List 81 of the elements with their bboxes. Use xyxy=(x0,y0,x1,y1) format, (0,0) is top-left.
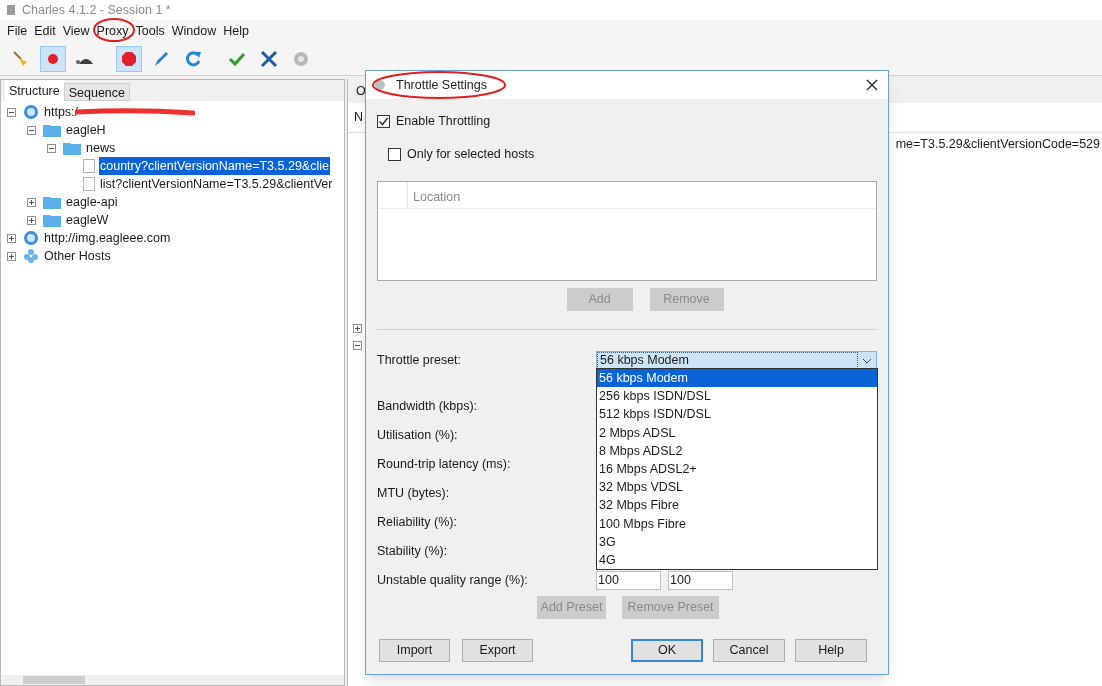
tree-item[interactable]: https:/ xyxy=(43,102,80,122)
dropdown-option[interactable]: 3G xyxy=(597,532,877,551)
tree-item[interactable]: country?clientVersionName=T3.5.29&clie xyxy=(99,156,330,176)
input-field[interactable]: 100 xyxy=(596,570,661,590)
checkmark-icon xyxy=(378,115,389,127)
dropdown-option[interactable]: 56 kbps Modem xyxy=(597,369,877,388)
flower-icon xyxy=(23,248,39,264)
tab[interactable]: Structure xyxy=(5,80,64,101)
dropdown-option[interactable]: 256 kbps ISDN/DSL xyxy=(597,387,877,406)
folder-icon xyxy=(43,213,61,227)
folder-icon xyxy=(43,195,61,209)
dropdown-option[interactable]: 32 Mbps Fibre xyxy=(597,496,877,515)
expand-icon[interactable] xyxy=(27,215,36,225)
field-label: Utilisation (%): xyxy=(377,426,459,444)
app-icon xyxy=(374,79,386,91)
folder-icon xyxy=(43,123,61,137)
refresh-icon xyxy=(183,48,203,69)
collapse-icon[interactable] xyxy=(47,143,56,153)
tree-item[interactable]: eagleW xyxy=(65,210,110,230)
tree-item[interactable]: http://img.eagleee.com xyxy=(43,228,172,248)
dropdown-option[interactable]: 100 Mbps Fibre xyxy=(597,514,877,533)
dialog-button[interactable]: Import xyxy=(379,638,450,662)
dropdown-option[interactable]: 8 Mbps ADSL2 xyxy=(597,441,877,460)
input-field[interactable]: 100 xyxy=(668,570,733,590)
field-label: Stability (%): xyxy=(377,542,449,560)
window-title: Charles 4.1.2 - Session 1 * xyxy=(22,1,171,19)
request-path: me=T3.5.29&clientVersionCode=529 xyxy=(895,135,1100,153)
tree-item[interactable]: list?clientVersionName=T3.5.29&clientVer xyxy=(99,174,334,194)
file-icon xyxy=(83,177,95,191)
tree-item[interactable]: eagle-api xyxy=(65,192,119,212)
column-header: N xyxy=(354,109,364,127)
checkbox[interactable] xyxy=(377,114,390,128)
annotation-ellipse xyxy=(93,17,135,43)
dialog-button[interactable]: OK xyxy=(631,638,703,662)
tree-item[interactable]: eagleH xyxy=(65,120,107,140)
dropdown-option[interactable]: 4G xyxy=(597,550,877,570)
menu-item[interactable]: Help xyxy=(223,21,249,41)
checkbox-label: Only for selected hosts xyxy=(407,145,535,163)
checkbox[interactable] xyxy=(388,147,401,161)
tree-item[interactable]: news xyxy=(85,138,117,158)
file-icon xyxy=(83,159,95,173)
folder-icon xyxy=(63,141,81,155)
column-header[interactable]: Location xyxy=(408,181,466,208)
expand-icon[interactable] xyxy=(7,233,16,243)
collapse-icon[interactable] xyxy=(27,125,36,135)
field-label: Unstable quality range (%): xyxy=(377,571,529,589)
field-label: Reliability (%): xyxy=(377,513,458,531)
field-label: MTU (bytes): xyxy=(377,484,451,502)
dropdown-option[interactable]: 512 kbps ISDN/DSL xyxy=(597,405,877,424)
globe-icon xyxy=(23,230,39,246)
dropdown-option[interactable]: 16 Mbps ADSL2+ xyxy=(597,459,877,479)
collapse-icon[interactable] xyxy=(353,341,362,350)
field-label: Round-trip latency (ms): xyxy=(377,455,512,473)
toolbar-button[interactable] xyxy=(40,45,66,72)
checkbox-label: Enable Throttling xyxy=(396,113,491,130)
tab[interactable]: O xyxy=(356,81,366,101)
expand-icon[interactable] xyxy=(7,251,16,261)
collapse-icon[interactable] xyxy=(7,107,16,117)
dialog-title: Throttle Settings xyxy=(396,76,487,94)
field-label: Bandwidth (kbps): xyxy=(377,397,479,415)
app-icon xyxy=(6,4,16,16)
dialog-button[interactable]: Export xyxy=(462,638,533,662)
expand-icon[interactable] xyxy=(27,197,36,207)
menu-item[interactable]: Window xyxy=(171,21,217,41)
close-icon[interactable] xyxy=(866,79,878,91)
dialog-button[interactable]: Help xyxy=(795,638,867,662)
scrollbar-thumb[interactable] xyxy=(23,676,85,684)
toolbar-button[interactable] xyxy=(116,45,142,72)
dialog-button[interactable]: Cancel xyxy=(713,638,785,662)
menu-item[interactable]: View xyxy=(62,21,90,41)
menu-item[interactable]: File xyxy=(7,21,28,41)
dropdown-option[interactable]: 2 Mbps ADSL xyxy=(597,423,877,442)
expand-icon[interactable] xyxy=(353,324,362,333)
preset-dropdown[interactable]: 56 kbps Modem xyxy=(596,350,877,371)
menu-item[interactable]: Edit xyxy=(34,21,56,41)
field-label: Throttle preset: xyxy=(377,352,463,370)
dropdown-option[interactable]: 32 Mbps VDSL xyxy=(597,478,877,497)
tab[interactable]: Sequence xyxy=(63,83,131,101)
globe-icon xyxy=(23,104,39,120)
tree-item[interactable]: Other Hosts xyxy=(43,246,112,266)
menu-item[interactable]: Tools xyxy=(135,21,165,41)
